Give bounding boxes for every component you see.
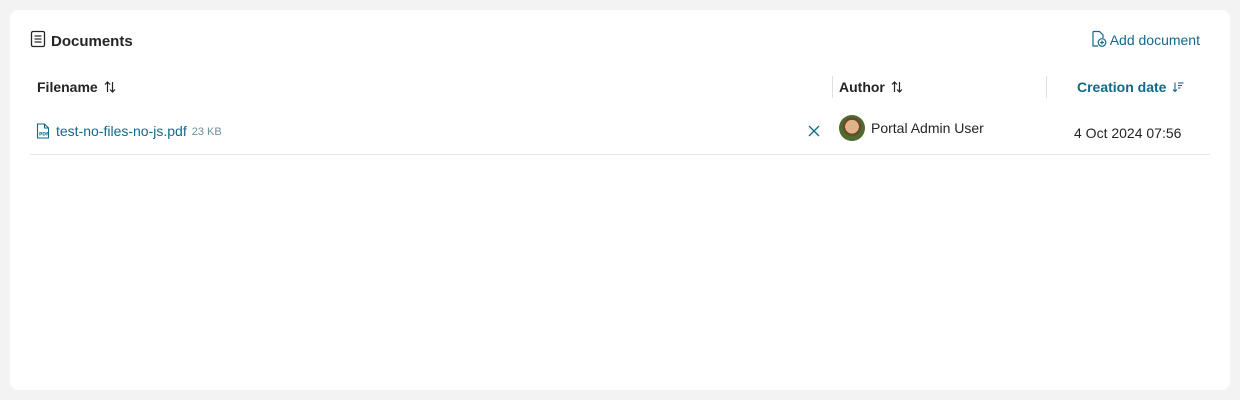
title-wrap: Documents <box>30 30 133 50</box>
documents-card: Documents Add document Filename Author C… <box>10 10 1230 390</box>
author-cell: Portal Admin User <box>839 115 984 141</box>
author-name: Portal Admin User <box>871 120 984 136</box>
column-header-creation-date[interactable]: Creation date <box>1077 76 1184 98</box>
column-label: Filename <box>37 79 98 95</box>
column-divider[interactable] <box>832 76 833 98</box>
table-row: PDF test-no-files-no-js.pdf 23 KB Portal… <box>30 114 1210 155</box>
column-header-author[interactable]: Author <box>839 76 903 98</box>
avatar <box>839 115 865 141</box>
file-name: test-no-files-no-js.pdf <box>56 123 187 139</box>
document-list-icon <box>30 30 46 48</box>
sort-descending-icon <box>1172 81 1184 93</box>
add-document-icon <box>1091 30 1107 48</box>
card-header: Documents Add document <box>30 30 1210 52</box>
sort-arrows-icon <box>891 80 903 94</box>
close-icon <box>808 125 820 137</box>
page-title: Documents <box>51 32 133 50</box>
pdf-file-icon: PDF <box>36 123 50 139</box>
column-header-filename[interactable]: Filename <box>37 76 116 98</box>
file-size: 23 KB <box>191 126 222 138</box>
column-divider[interactable] <box>1046 76 1047 98</box>
add-document-label: Add document <box>1109 32 1200 48</box>
column-label: Creation date <box>1077 79 1167 95</box>
creation-date: 4 Oct 2024 07:56 <box>1074 125 1182 141</box>
table-header: Filename Author Creation date <box>30 76 1210 98</box>
remove-file-button[interactable] <box>807 124 821 138</box>
svg-text:PDF: PDF <box>39 132 49 138</box>
file-link[interactable]: PDF test-no-files-no-js.pdf 23 KB <box>36 123 222 139</box>
sort-arrows-icon <box>104 80 116 94</box>
add-document-button[interactable]: Add document <box>1091 30 1200 48</box>
column-label: Author <box>839 79 885 95</box>
